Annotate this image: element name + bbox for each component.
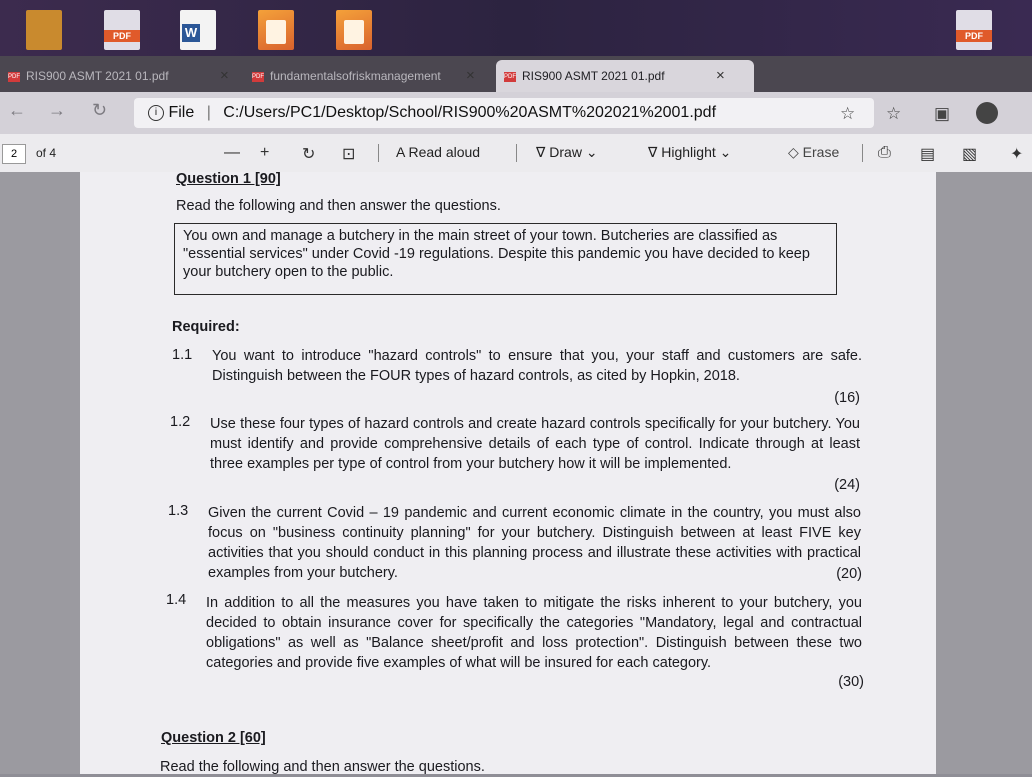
zoom-out-icon[interactable]: — [224, 144, 240, 162]
tab-title: RIS900 ASMT 2021 01.pdf [26, 69, 169, 83]
pin-icon[interactable]: ✦ [1010, 144, 1023, 164]
question-text: You want to introduce "hazard controls" … [212, 348, 862, 384]
tab-title: RIS900 ASMT 2021 01.pdf [522, 69, 665, 83]
close-icon[interactable]: × [466, 60, 475, 92]
zoom-in-icon[interactable]: + [260, 144, 269, 162]
avatar[interactable] [976, 102, 998, 124]
scenario-box: You own and manage a butchery in the mai… [174, 223, 837, 295]
pdf-icon[interactable]: PDF [956, 10, 992, 50]
divider: | [206, 104, 211, 121]
read-aloud-button[interactable]: A Read aloud [396, 144, 480, 160]
question-number: 1.2 [170, 414, 191, 430]
question-marks: (20) [836, 566, 862, 582]
divider [378, 144, 379, 162]
required-heading: Required: [172, 319, 240, 335]
pdf-icon: PDF [8, 71, 20, 82]
print-icon[interactable]: ⎙ [878, 144, 891, 162]
close-icon[interactable]: × [716, 60, 725, 92]
address-url: C:/Users/PC1/Desktop/School/RIS900%20ASM… [223, 104, 717, 121]
draw-button[interactable]: ∇ Draw ⌄ [536, 144, 598, 161]
question-number: 1.1 [172, 347, 193, 363]
chevron-down-icon[interactable]: ⌄ [586, 144, 598, 160]
question-2-title: Question 2 [60] [161, 730, 266, 746]
app-icon[interactable] [258, 10, 294, 50]
close-icon[interactable]: × [220, 60, 229, 92]
pdf-icon: PDF [504, 71, 516, 82]
address-field[interactable]: i File | C:/Users/PC1/Desktop/School/RIS… [134, 98, 874, 128]
divider [862, 144, 863, 162]
eraser-icon: ◇ [788, 144, 799, 160]
question-text: In addition to all the measures you have… [206, 595, 862, 671]
pdf-viewer: Question 1 [90] Read the following and t… [0, 171, 1032, 775]
tab-ris900-inactive[interactable]: PDF RIS900 ASMT 2021 01.pdf × [8, 60, 229, 92]
question-text: Given the current Covid – 19 pandemic an… [208, 505, 861, 581]
question-1-intro: Read the following and then answer the q… [176, 198, 501, 214]
question-number: 1.3 [168, 503, 189, 519]
forward-icon[interactable]: → [48, 100, 66, 121]
app-icon[interactable] [336, 10, 372, 50]
tab-bar: PDF RIS900 ASMT 2021 01.pdf × PDF fundamen… [0, 56, 1032, 92]
pdf-toolbar: 2 of 4 — + ↻ ⊡ A Read aloud ∇ Draw ⌄ ∇ H… [0, 134, 1032, 173]
question-marks: (30) [838, 674, 864, 690]
refresh-icon[interactable]: ↻ [92, 100, 107, 121]
tab-ris900-active[interactable]: PDF RIS900 ASMT 2021 01.pdf × [496, 60, 754, 92]
question-number: 1.4 [166, 592, 187, 608]
rotate-icon[interactable]: ↻ [302, 144, 315, 164]
save-as-icon[interactable]: ▧ [962, 144, 977, 164]
page-number-input[interactable]: 2 [2, 144, 26, 164]
address-bar-row: ← → ↻ i File | C:/Users/PC1/Desktop/Scho… [0, 92, 1032, 134]
document-content: Question 1 [90] Read the following and t… [0, 171, 1032, 775]
page-count: of 4 [36, 146, 57, 160]
collections-icon[interactable]: ▣ [934, 104, 950, 124]
question-marks: (16) [834, 390, 860, 406]
highlight-icon: ∇ [648, 144, 658, 160]
taskbar: PDF W PDF [0, 0, 1032, 56]
question-marks: (24) [834, 477, 860, 493]
question-2-intro: Read the following and then answer the q… [160, 759, 485, 775]
draw-icon: ∇ [536, 144, 546, 160]
fit-page-icon[interactable]: ⊡ [342, 144, 355, 164]
file-icon[interactable] [26, 10, 62, 50]
info-icon[interactable]: i [148, 104, 164, 121]
pdf-icon: PDF [252, 71, 264, 82]
tab-fundamentals[interactable]: PDF fundamentalsofriskmanagement × [252, 60, 482, 92]
divider [516, 144, 517, 162]
tab-title: fundamentalsofriskmanagement [270, 69, 441, 83]
highlight-button[interactable]: ∇ Highlight ⌄ [648, 144, 731, 161]
address-label: File [168, 104, 195, 121]
word-icon[interactable]: W [180, 10, 216, 50]
question-1-title: Question 1 [90] [176, 171, 281, 187]
back-icon[interactable]: ← [8, 100, 26, 121]
favorite-star-icon[interactable]: ☆ [840, 104, 855, 124]
question-text: Use these four types of hazard controls … [210, 416, 860, 472]
favorites-icon[interactable]: ☆ [886, 104, 901, 124]
chevron-down-icon[interactable]: ⌄ [720, 144, 732, 160]
read-aloud-icon: A [396, 144, 405, 160]
save-icon[interactable]: ▤ [920, 144, 935, 164]
pdf-icon[interactable]: PDF [104, 10, 140, 50]
erase-button[interactable]: ◇ Erase [788, 144, 839, 161]
